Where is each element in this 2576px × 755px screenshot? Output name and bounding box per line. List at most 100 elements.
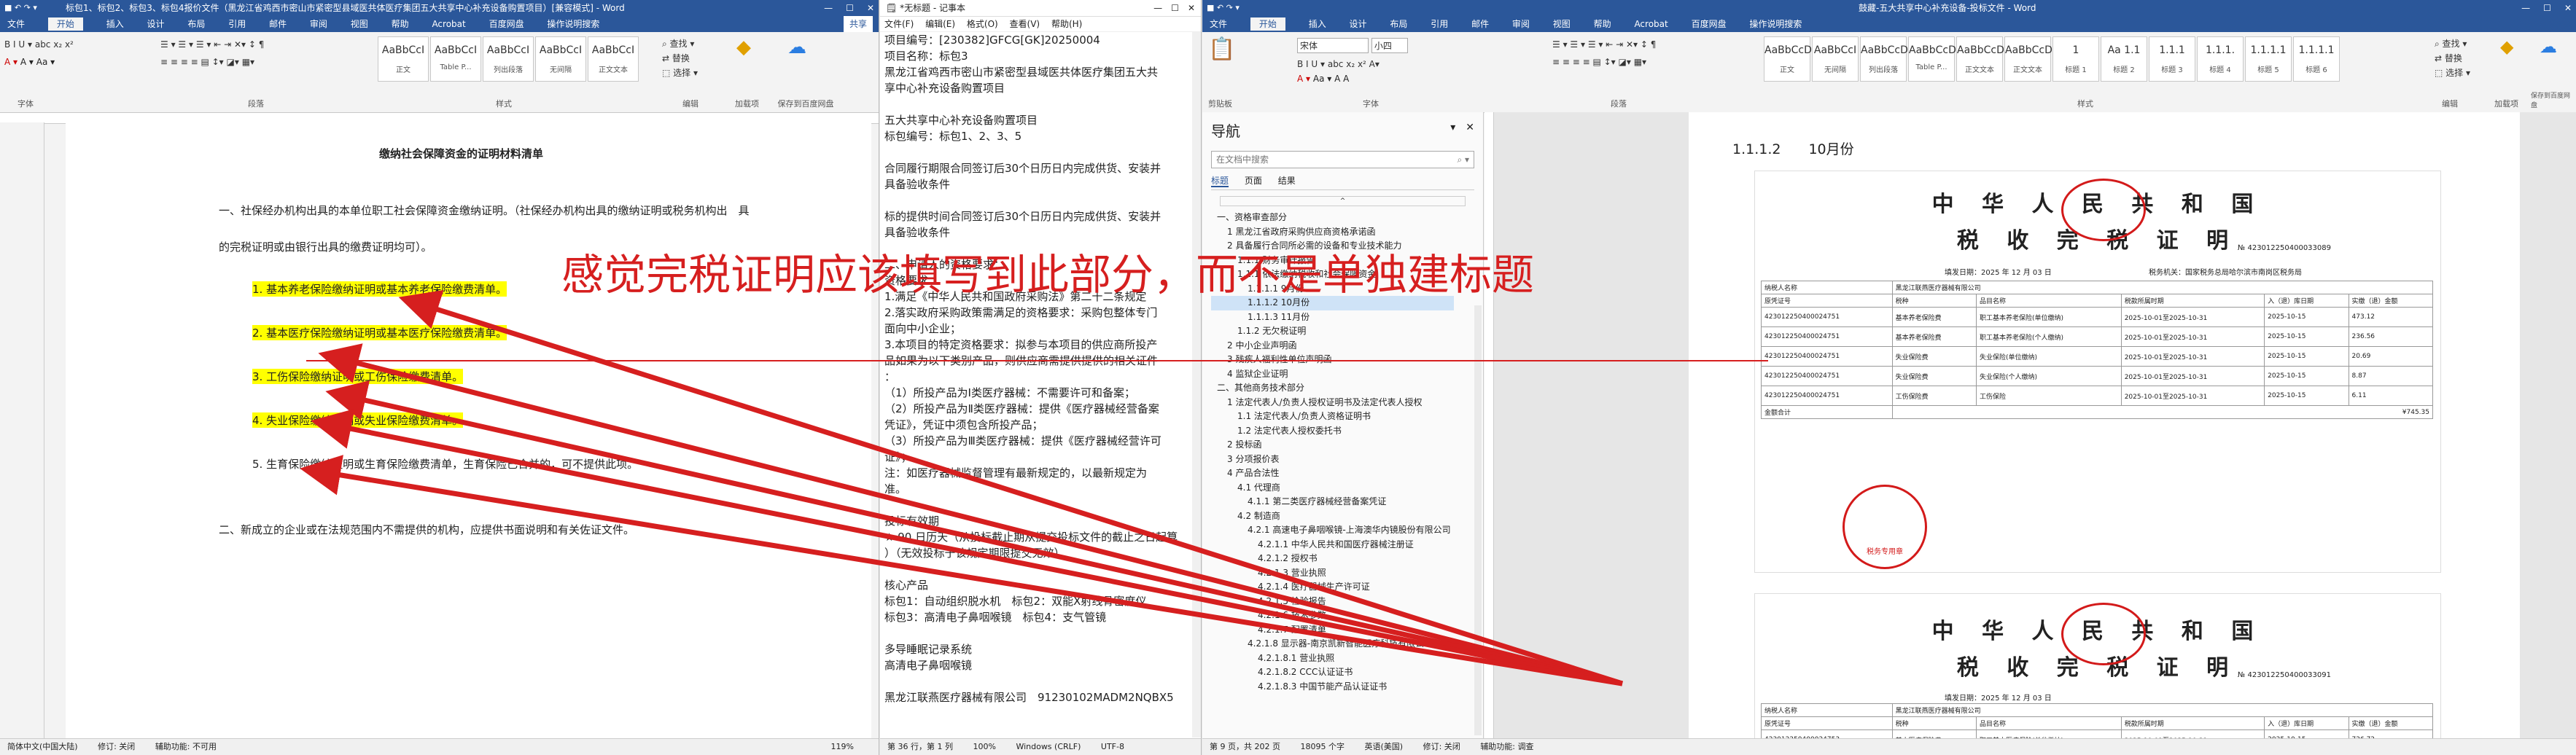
nav-heading-item[interactable]: 2 投标函 — [1211, 438, 1454, 453]
nav-search-input[interactable]: 在文档中搜索 ⌕ ▾ — [1211, 151, 1474, 168]
nav-heading-item[interactable]: 4.2.1.2 授权书 — [1211, 552, 1454, 566]
addins-button[interactable]: ◆ — [736, 36, 751, 58]
nav-heading-item[interactable]: 4.2.1.7 配置清单 — [1211, 623, 1454, 638]
tab-mailings[interactable]: 邮件 — [269, 19, 287, 29]
nav-heading-item[interactable]: 1.2 法定代表人授权委托书 — [1211, 424, 1454, 439]
close-icon[interactable]: ✕ — [1188, 3, 1195, 13]
tab-view[interactable]: 视图 — [351, 19, 368, 29]
style-list-paragraph[interactable]: AaBbCcI 列出段落 — [483, 36, 534, 82]
status-words[interactable]: 18095 个字 — [1300, 742, 1345, 751]
tab-home[interactable]: 开始 — [1250, 17, 1285, 31]
style-item[interactable]: AaBbCcDc 正文文本 — [2004, 36, 2058, 82]
minimize-icon[interactable]: — — [1153, 3, 1162, 13]
font-group[interactable]: 宋体 小四 B I U ▾ abc x₂ x² A▾ A ▾ Aa ▾ A A — [1297, 38, 1408, 84]
share-button[interactable]: 共享 — [843, 16, 873, 32]
search-icon[interactable]: ⌕ ▾ — [1457, 152, 1469, 168]
nav-heading-item[interactable]: 4.2.1.8.2 CCC认证证书 — [1211, 665, 1454, 680]
tab-view[interactable]: 视图 — [1553, 19, 1571, 29]
tab-insert[interactable]: 插入 — [1309, 19, 1326, 29]
replace-button[interactable]: ⇄ 替换 — [2435, 51, 2470, 66]
nav-heading-item[interactable]: 4.2.1.8 显示器-南京凯新智能医疗科技有限公司 — [1211, 637, 1454, 652]
close-icon[interactable]: ✕ — [867, 3, 874, 13]
nav-collapse-handle[interactable]: ^ — [1220, 196, 1466, 206]
status-language[interactable]: 英语(美国) — [1364, 742, 1403, 751]
style-item[interactable]: AaBbCcDc 正文 — [1764, 36, 1818, 82]
maximize-icon[interactable]: ☐ — [846, 3, 854, 13]
style-item[interactable]: AaBbCcDc 正文文本 — [1956, 36, 2010, 82]
tab-design[interactable]: 设计 — [147, 19, 165, 29]
tab-acrobat[interactable]: Acrobat — [432, 19, 465, 29]
nav-heading-item[interactable]: 3 残疾人福利性单位声明函 — [1211, 353, 1454, 367]
styles-gallery[interactable]: AaBbCcDc 正文 AaBbCcI 无间隔 AaBbCcDc 列出段落 AaBbCcDc… — [1764, 36, 2341, 82]
tab-acrobat[interactable]: Acrobat — [1634, 19, 1668, 29]
paste-button[interactable]: 📋 — [1208, 36, 1235, 62]
nav-heading-item[interactable]: 1 黑龙江省政府采购供应商资格承诺函 — [1211, 225, 1454, 240]
maximize-icon[interactable]: ☐ — [1171, 3, 1179, 13]
find-button[interactable]: ⌕ 查找 ▾ — [2435, 36, 2470, 51]
tab-file[interactable]: 文件 — [1210, 19, 1227, 29]
status-page[interactable]: 第 9 页，共 202 页 — [1210, 742, 1280, 751]
nav-heading-item[interactable]: 4.1 代理商 — [1211, 481, 1454, 496]
tab-layout[interactable]: 布局 — [187, 19, 205, 29]
tab-help[interactable]: 帮助 — [1594, 19, 1611, 29]
tab-baidu[interactable]: 百度网盘 — [489, 19, 524, 29]
baidu-save-button[interactable]: ☁ — [2540, 36, 2557, 57]
tab-layout[interactable]: 布局 — [1390, 19, 1407, 29]
nav-heading-item[interactable]: 4.2.1.6 技术参数 — [1211, 609, 1454, 623]
tab-baidu[interactable]: 百度网盘 — [1692, 19, 1727, 29]
maximize-icon[interactable]: ☐ — [2543, 3, 2551, 13]
font-name-select[interactable]: 宋体 — [1297, 38, 1369, 53]
tab-review[interactable]: 审阅 — [1512, 19, 1530, 29]
tell-me-search[interactable]: 操作说明搜索 — [1749, 19, 1802, 29]
editing-group[interactable]: ⌕ 查找 ▾ ⇄ 替换 ⬚ 选择 ▾ — [2435, 36, 2470, 80]
nav-heading-item[interactable]: 4.2.1.3 营业执照 — [1211, 566, 1454, 581]
close-icon[interactable]: ✕ — [2564, 3, 2572, 13]
style-body-text[interactable]: AaBbCcI 正文文本 — [588, 36, 639, 82]
editing-group[interactable]: ⌕ 查找 ▾ ⇄ 替换 ⬚ 选择 ▾ — [662, 36, 698, 80]
vertical-ruler[interactable] — [1484, 112, 1494, 739]
status-zoom[interactable]: 119% — [831, 739, 854, 755]
tab-references[interactable]: 引用 — [228, 19, 246, 29]
select-button[interactable]: ⬚ 选择 ▾ — [2435, 66, 2470, 80]
nav-close-icon[interactable]: ✕ — [1466, 122, 1474, 133]
style-item[interactable]: 1.1.1.1 标题 6 — [2293, 36, 2340, 82]
tab-insert[interactable]: 插入 — [106, 19, 124, 29]
tab-references[interactable]: 引用 — [1431, 19, 1448, 29]
style-normal[interactable]: AaBbCcI 正文 — [378, 36, 429, 82]
status-revision[interactable]: 修订: 关闭 — [1423, 742, 1460, 751]
menu-format[interactable]: 格式(O) — [967, 19, 998, 29]
nav-heading-item[interactable]: 二、其他商务技术部分 — [1211, 381, 1454, 396]
baidu-save-button[interactable]: ☁ — [787, 36, 806, 58]
nav-heading-item[interactable]: 4.2.1 高速电子鼻咽喉镜-上海澳华内镜股份有限公司 — [1211, 523, 1454, 538]
tab-file[interactable]: 文件 — [7, 19, 25, 29]
tab-design[interactable]: 设计 — [1350, 19, 1367, 29]
nav-options-icon[interactable]: ▾ — [1450, 122, 1455, 133]
quick-access-toolbar[interactable]: ■ ↶ ↷ ▾ — [1207, 0, 1240, 16]
font-group[interactable]: B I U ▾ abc x₂ x² A ▾ A ▾ Aa ▾ — [4, 39, 74, 67]
status-language[interactable]: 简体中文(中国大陆) — [7, 742, 78, 751]
tell-me-search[interactable]: 操作说明搜索 — [547, 19, 599, 29]
menu-view[interactable]: 查看(V) — [1010, 19, 1040, 29]
nav-heading-item[interactable]: 1 法定代表人/负责人授权证明书及法定代表人授权 — [1211, 396, 1454, 410]
tab-help[interactable]: 帮助 — [392, 19, 409, 29]
nav-heading-item[interactable]: 一、资格审查部分 — [1211, 211, 1454, 225]
nav-heading-item[interactable]: 1.1 法定代表人/负责人资格证明书 — [1211, 410, 1454, 424]
nav-tab-results[interactable]: 结果 — [1278, 176, 1296, 186]
notepad-text-area[interactable]: 项目编号：[230382]GFCG[GK]20250004 项目名称：标包3 黑龙江… — [884, 32, 1191, 738]
menu-help[interactable]: 帮助(H) — [1051, 19, 1082, 29]
nav-heading-item[interactable]: 4.2.1.5 检验报告 — [1211, 595, 1454, 609]
status-accessibility[interactable]: 辅助功能: 调查 — [1480, 742, 1533, 751]
addins-button[interactable]: ◆ — [2500, 36, 2513, 57]
style-item[interactable]: 1.1.1.1 标题 5 — [2245, 36, 2292, 82]
nav-heading-item[interactable]: 4.2 制造商 — [1211, 509, 1454, 524]
style-no-spacing[interactable]: AaBbCcI 无间隔 — [535, 36, 586, 82]
nav-heading-item[interactable]: 4 监狱企业证明 — [1211, 367, 1454, 382]
minimize-icon[interactable]: — — [824, 3, 833, 13]
tab-mailings[interactable]: 邮件 — [1471, 19, 1489, 29]
nav-heading-item[interactable]: 1.1.2 无欠税证明 — [1211, 324, 1454, 339]
style-item[interactable]: 1.1.1 标题 3 — [2149, 36, 2195, 82]
tab-home[interactable]: 开始 — [47, 17, 83, 31]
styles-gallery[interactable]: AaBbCcI 正文 AaBbCcI Table P... AaBbCcI 列出段落 AaB… — [378, 36, 640, 82]
nav-heading-item[interactable]: 4.2.1.8.3 中国节能产品认证证书 — [1211, 680, 1454, 695]
nav-heading-item[interactable]: 4.2.1.1 中华人民共和国医疗器械注册证 — [1211, 538, 1454, 552]
